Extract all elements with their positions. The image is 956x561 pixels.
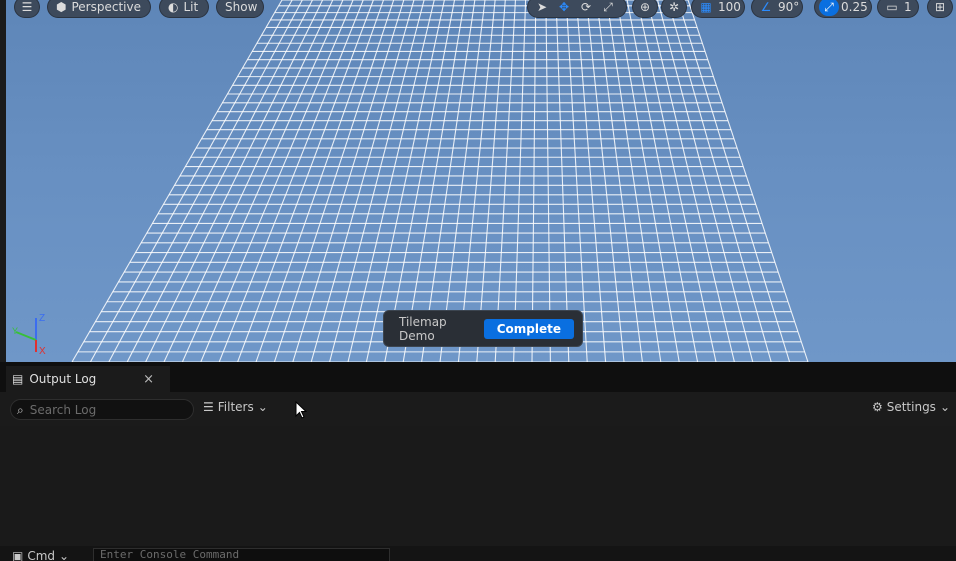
- level-viewport[interactable]: ☰ ⬢ Perspective ◐ Lit Show ➤ ✥ ⟳ ⤢ ⊕ ✲ ▦…: [0, 0, 956, 362]
- grid-snap-group[interactable]: ▦ 100: [691, 0, 745, 18]
- notification-toast: Tilemap Demo Complete: [383, 310, 583, 347]
- axis-x-label: X: [39, 346, 46, 356]
- filters-button[interactable]: ☰ Filters ⌄: [203, 400, 268, 414]
- chevron-down-icon: ⌄: [939, 400, 950, 414]
- rotation-snap-group[interactable]: ∠ 90°: [751, 0, 803, 18]
- tab-output-log-label: Output Log: [29, 372, 97, 386]
- globe-icon: ⊕: [639, 0, 651, 14]
- axis-y-label: Y: [12, 326, 18, 336]
- show-button[interactable]: Show: [216, 0, 264, 18]
- axis-gizmo: Z Y X: [12, 313, 46, 356]
- surface-snap-button[interactable]: ✲: [661, 0, 687, 18]
- console-bar: ▣ Cmd ⌄ Enter Console Command: [0, 546, 956, 561]
- surface-snap-icon: ✲: [668, 0, 680, 14]
- mouse-cursor-icon: [295, 401, 307, 419]
- console-placeholder: Enter Console Command: [100, 548, 240, 561]
- viewport-menu-button[interactable]: ☰: [14, 0, 40, 18]
- scale-snap-group[interactable]: ⤢ 0.25: [814, 0, 872, 18]
- camera-speed-value[interactable]: 1: [904, 0, 912, 14]
- transform-tools: ➤ ✥ ⟳ ⤢: [527, 0, 627, 18]
- perspective-button[interactable]: ⬢ Perspective: [47, 0, 151, 18]
- tab-output-log[interactable]: ▤ Output Log ×: [6, 366, 170, 392]
- camera-icon[interactable]: ▭: [882, 0, 902, 16]
- output-log-tabbar: ▤ Output Log ×: [0, 362, 956, 392]
- output-log-icon: ▤: [12, 372, 24, 386]
- scale-snap-value[interactable]: 0.25: [841, 0, 868, 14]
- search-log-input[interactable]: ⌕ Search Log: [10, 399, 194, 420]
- close-icon[interactable]: ×: [143, 372, 154, 387]
- filters-label: Filters: [217, 400, 254, 414]
- select-tool-icon[interactable]: ➤: [532, 0, 552, 16]
- cmd-selector[interactable]: ▣ Cmd ⌄: [12, 549, 69, 561]
- angle-snap-icon[interactable]: ∠: [756, 0, 776, 16]
- filter-icon: ☰: [203, 400, 214, 414]
- scale-tool-icon[interactable]: ⤢: [598, 0, 618, 16]
- gear-icon: ⚙: [871, 400, 883, 414]
- tilemap-grid: [71, 0, 809, 362]
- lit-sphere-icon: ◐: [168, 0, 179, 14]
- settings-label: Settings: [886, 400, 936, 414]
- translate-tool-icon[interactable]: ✥: [554, 0, 574, 16]
- chevron-down-icon: ⌄: [59, 549, 70, 561]
- perspective-label: Perspective: [71, 0, 141, 14]
- cmd-label: Cmd: [27, 549, 56, 561]
- toast-status-badge: Complete: [483, 318, 574, 339]
- terminal-icon: ▣: [12, 549, 24, 561]
- world-local-toggle[interactable]: ⊕: [632, 0, 658, 18]
- rotation-snap-value[interactable]: 90°: [778, 0, 799, 14]
- search-log-placeholder: Search Log: [29, 402, 97, 417]
- hamburger-icon: ☰: [21, 0, 33, 14]
- console-command-input[interactable]: Enter Console Command: [93, 548, 390, 561]
- viewport-left-border: [0, 0, 6, 362]
- lit-label: Lit: [183, 0, 199, 14]
- grid-snap-icon[interactable]: ▦: [696, 0, 716, 16]
- cube-icon: ⬢: [56, 0, 67, 14]
- grid-snap-value[interactable]: 100: [718, 0, 741, 14]
- rotate-tool-icon[interactable]: ⟳: [576, 0, 596, 16]
- scale-snap-icon[interactable]: ⤢: [819, 0, 839, 16]
- layout-grid-icon: ⊞: [934, 0, 946, 14]
- show-label: Show: [225, 0, 258, 14]
- axis-z-label: Z: [39, 313, 45, 324]
- toast-title: Tilemap Demo: [399, 314, 447, 343]
- output-log-toolbar: ⌕ Search Log ☰ Filters ⌄ ⚙ Settings ⌄: [0, 392, 956, 426]
- chevron-down-icon: ⌄: [257, 400, 268, 414]
- search-icon: ⌕: [17, 402, 24, 417]
- camera-speed-group[interactable]: ▭ 1: [877, 0, 919, 18]
- lit-button[interactable]: ◐ Lit: [159, 0, 209, 18]
- viewport-layout-button[interactable]: ⊞: [927, 0, 953, 18]
- settings-button[interactable]: ⚙ Settings ⌄: [872, 400, 950, 414]
- log-output-area[interactable]: [0, 426, 956, 546]
